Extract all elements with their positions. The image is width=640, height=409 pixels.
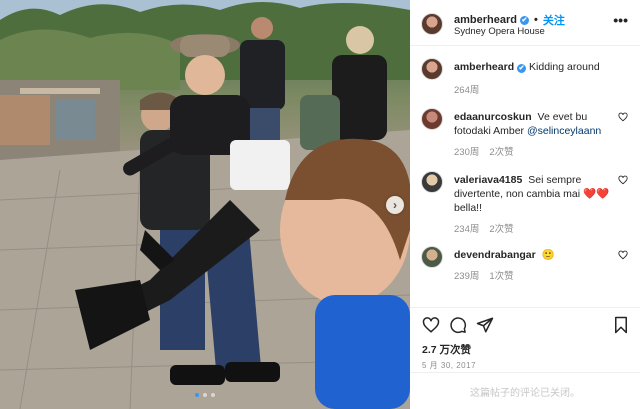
post-header: amberheard ✔ • 关注 Sydney Opera House •••	[410, 0, 640, 46]
comment-username[interactable]: devendrabangar	[454, 249, 536, 261]
comment-time: 239周	[454, 271, 480, 282]
avatar[interactable]	[421, 108, 443, 130]
likes-count[interactable]: 2.7 万次赞	[422, 342, 471, 357]
caption-time: 264周	[454, 85, 480, 96]
avatar[interactable]	[421, 58, 443, 80]
heart-emoji: ❤️❤️	[582, 188, 610, 200]
comment-username[interactable]: valeriava4185	[454, 174, 522, 186]
verified-badge-icon: ✔	[519, 15, 529, 25]
comments-closed-notice: 这篇帖子的评论已关闭。	[410, 372, 640, 409]
avatar[interactable]	[421, 246, 443, 268]
comment-time: 234周	[454, 224, 480, 235]
avatar[interactable]	[421, 171, 443, 193]
carousel-indicator	[195, 393, 215, 397]
mention-link[interactable]: @selinceylaann	[527, 125, 601, 137]
like-comment-heart-icon[interactable]	[618, 175, 628, 185]
post-date: 5 月 30, 2017	[422, 361, 477, 370]
comment-username[interactable]: amberheard	[454, 61, 514, 73]
separator: •	[533, 14, 538, 26]
chevron-right-icon: ›	[393, 198, 397, 212]
post-photo[interactable]: ›	[0, 0, 410, 409]
next-photo-button[interactable]: ›	[386, 196, 404, 214]
comment-likes[interactable]: 2次赞	[489, 144, 513, 158]
photo-illustration	[0, 0, 410, 409]
follow-button[interactable]: 关注	[543, 12, 565, 28]
caption-text: Kidding around	[529, 61, 600, 73]
location-link[interactable]: Sydney Opera House	[454, 26, 545, 37]
carousel-dot	[203, 393, 207, 397]
share-send-icon[interactable]	[476, 316, 494, 334]
like-comment-heart-icon[interactable]	[618, 112, 628, 122]
carousel-dot	[211, 393, 215, 397]
save-bookmark-icon[interactable]	[612, 316, 630, 334]
avatar[interactable]	[421, 13, 443, 35]
like-comment-heart-icon[interactable]	[618, 250, 628, 260]
comment-likes[interactable]: 2次赞	[489, 221, 513, 235]
carousel-dot	[195, 393, 199, 397]
comments-list[interactable]: amberheard ✔ Kidding around 264周 edaanurc…	[410, 47, 640, 299]
smile-emoji: 🙂	[541, 249, 555, 261]
comment-username[interactable]: edaanurcoskun	[454, 111, 532, 123]
post-actions-bar	[410, 307, 640, 337]
post-detail-panel: amberheard ✔ • 关注 Sydney Opera House •••…	[410, 0, 640, 409]
comment-text-end: bella!!	[454, 202, 483, 214]
username-link[interactable]: amberheard	[454, 14, 517, 26]
like-heart-icon[interactable]	[422, 316, 440, 334]
verified-badge-icon: ✔	[517, 64, 527, 73]
comment-bubble-icon[interactable]	[449, 316, 467, 334]
comment-likes[interactable]: 1次赞	[489, 268, 513, 282]
comment-time: 230周	[454, 147, 480, 158]
more-options-icon[interactable]: •••	[613, 12, 628, 28]
